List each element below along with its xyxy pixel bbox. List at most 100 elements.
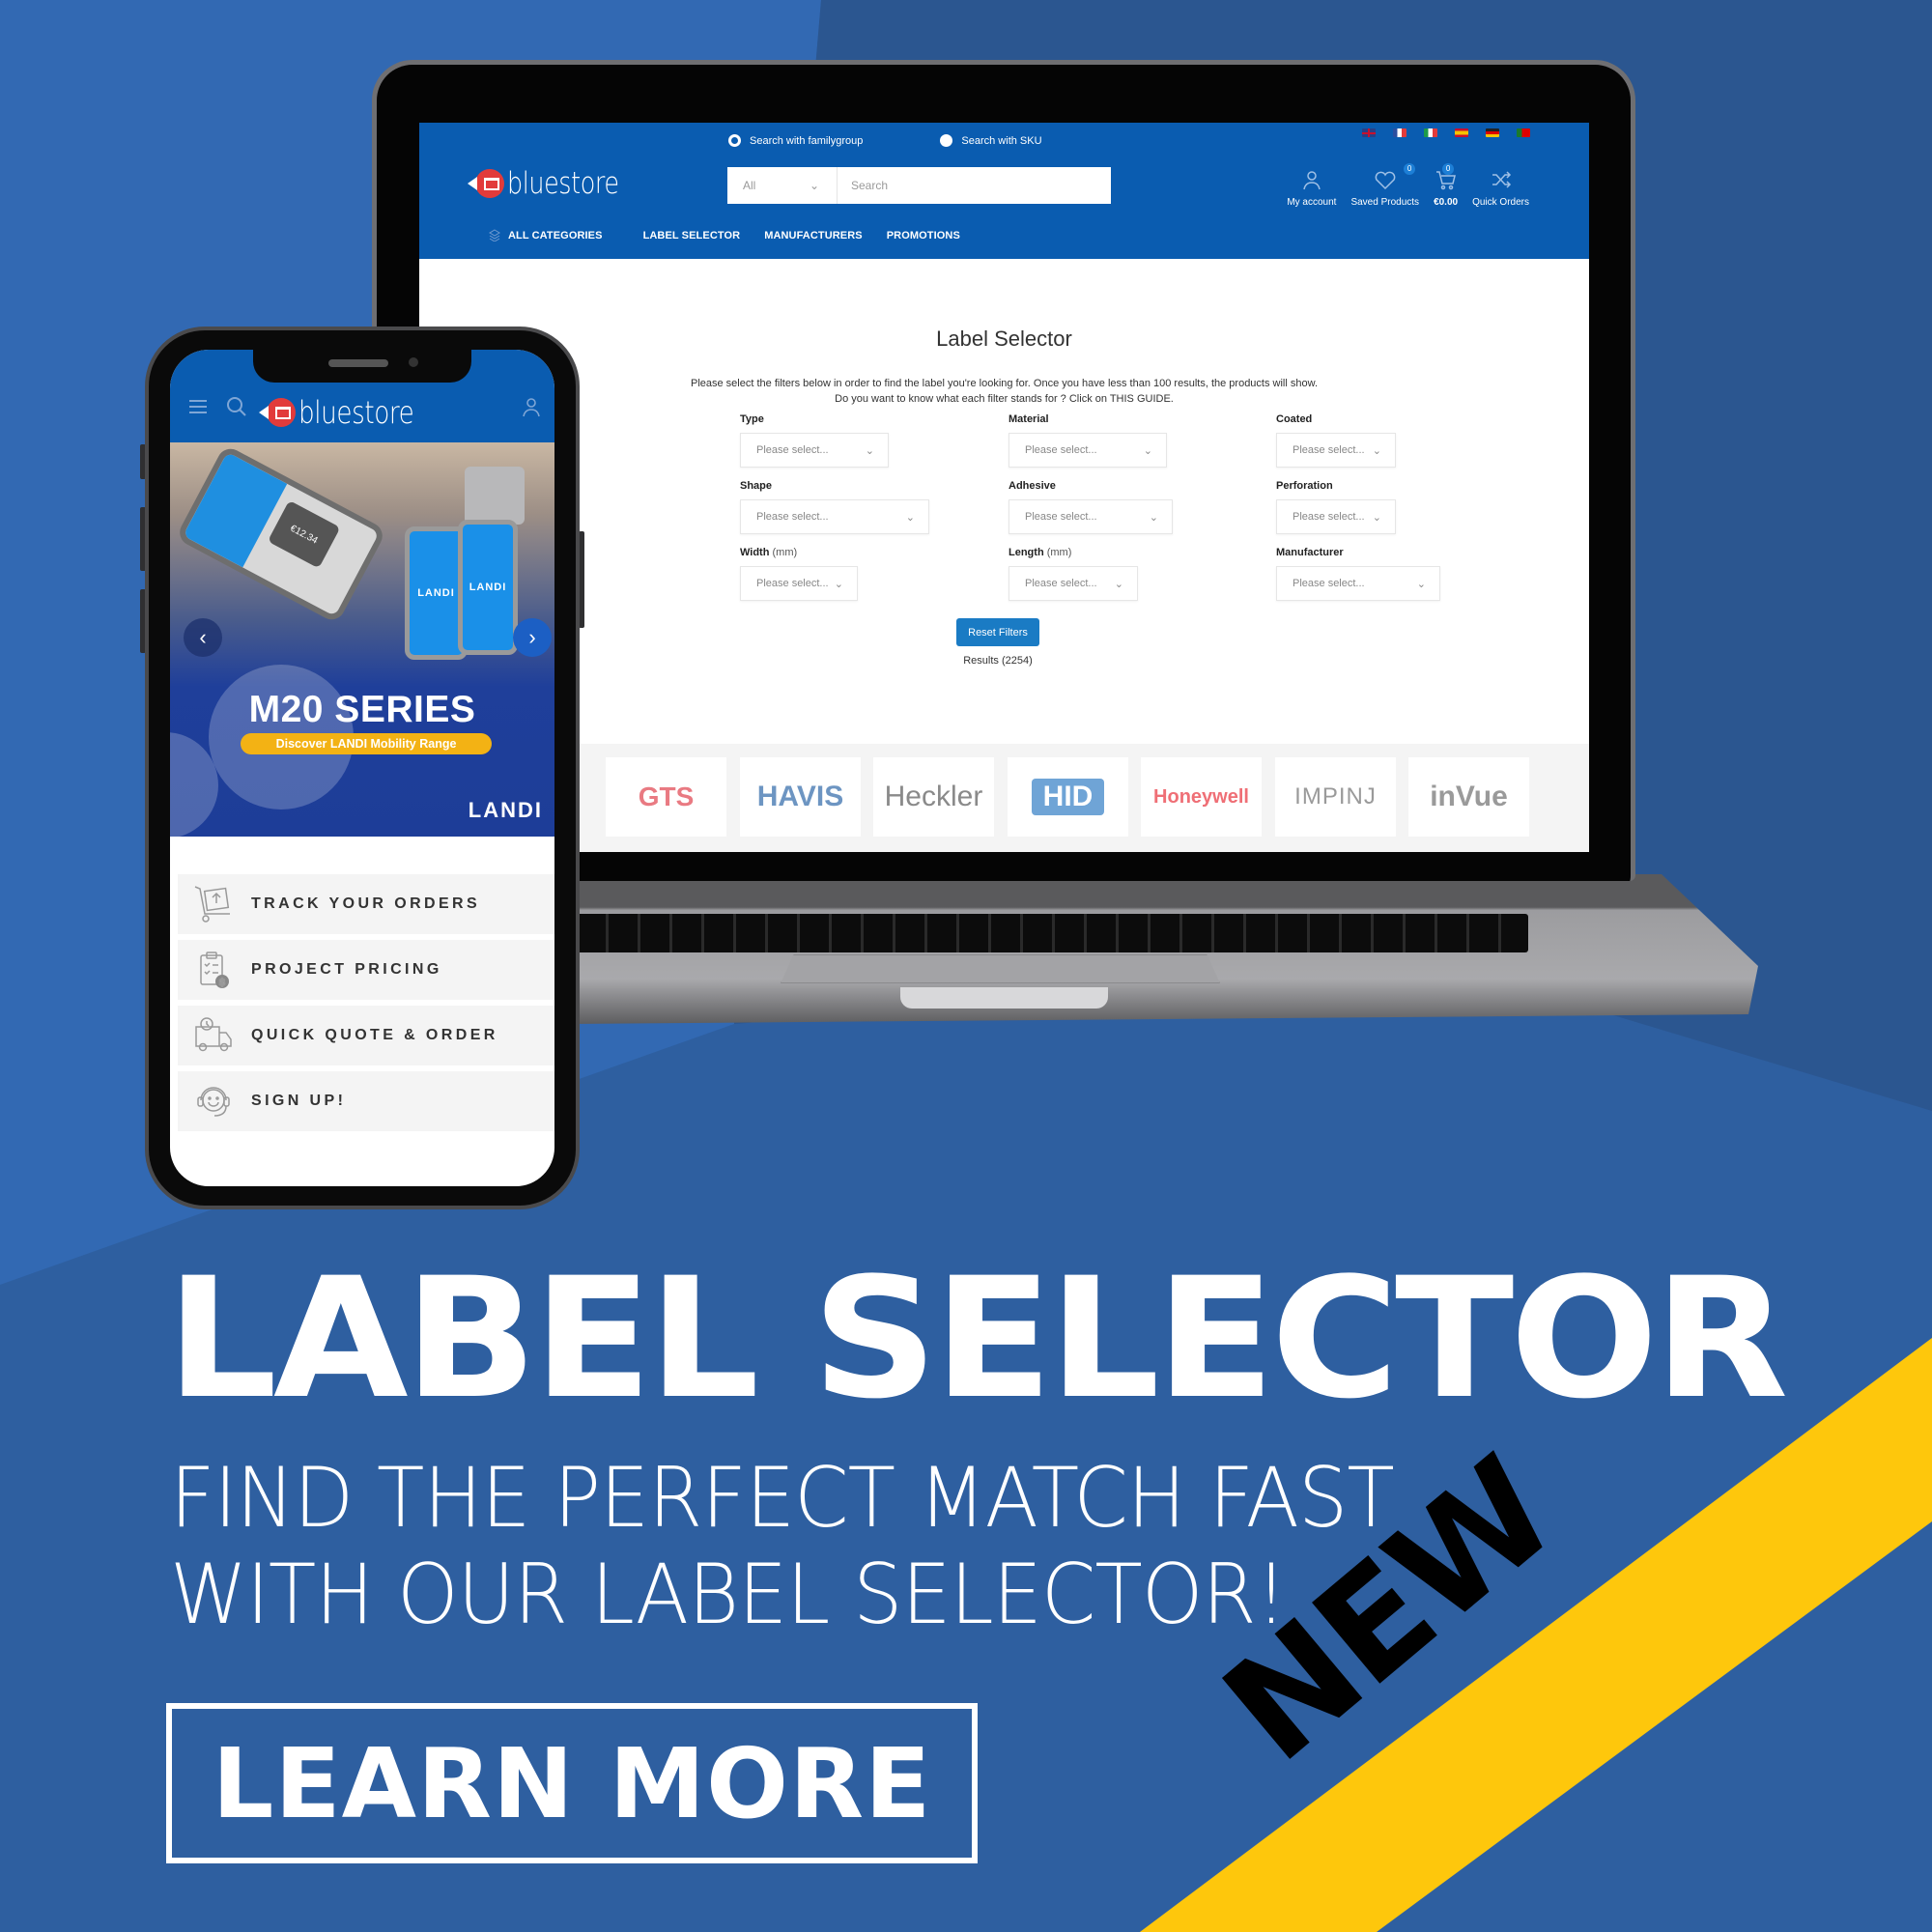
clipboard-dollar-icon: $ (200, 952, 229, 989)
mobile-logo[interactable]: bluestore (259, 394, 440, 431)
radio-search-familygroup[interactable]: Search with familygroup (728, 134, 863, 147)
filter-label-text: Shape (740, 480, 773, 492)
brand-logo-heckler[interactable]: Heckler (873, 757, 994, 837)
germany-flag-icon[interactable] (1486, 128, 1499, 137)
payment-amount: €12.34 (267, 499, 341, 569)
brand-carousel: GTS HAVIS Heckler HID Honeywell IMPINJ i… (419, 744, 1589, 852)
radio-search-sku[interactable]: Search with SKU (940, 134, 1042, 147)
payment-handset-image: €12.34 (175, 443, 387, 625)
cart-button[interactable]: 0 €0.00 (1434, 163, 1458, 208)
menu-item-quick-quote[interactable]: QUICK QUOTE & ORDER (178, 1006, 554, 1065)
type-select[interactable]: Please select... ⌄ (740, 433, 889, 468)
promo-subheadline-line1: FIND THE PERFECT MATCH FAST (170, 1450, 1395, 1547)
site-logo[interactable]: bluestore (468, 166, 643, 201)
delivery-truck-icon (195, 1017, 232, 1052)
saved-products-button[interactable]: 0 Saved Products (1350, 163, 1419, 208)
perforation-select[interactable]: Please select... ⌄ (1276, 499, 1396, 534)
uk-flag-icon[interactable] (1362, 128, 1376, 137)
language-flags (1362, 128, 1530, 137)
shape-select[interactable]: Please select... ⌄ (740, 499, 929, 534)
select-placeholder: Please select... (1025, 578, 1097, 589)
coated-select[interactable]: Please select... ⌄ (1276, 433, 1396, 468)
description-line: Please select the filters below in order… (690, 378, 1319, 389)
radio-circle-icon (728, 134, 741, 147)
mobile-quick-links: TRACK YOUR ORDERS $ PROJECT PRICING QUIC… (178, 874, 554, 1137)
filter-label: Perforation (1276, 480, 1396, 492)
chevron-down-icon: ⌄ (1114, 578, 1123, 590)
adhesive-select[interactable]: Please select... ⌄ (1009, 499, 1173, 534)
nav-label-selector[interactable]: LABEL SELECTOR (643, 230, 741, 242)
site-header: Search with familygroup Search with SKU … (419, 123, 1589, 259)
promo-banner[interactable]: €12.34 LANDI LANDI ‹ › M20 SERIES Discov… (170, 442, 554, 837)
cart-upload-icon (194, 886, 230, 923)
page-description: Please select the filters below in order… (419, 376, 1589, 407)
cart-count-badge: 0 (1442, 163, 1455, 175)
brand-logo-gts[interactable]: GTS (606, 757, 726, 837)
chevron-down-icon: ⌄ (1149, 511, 1158, 524)
laptop-screen: Search with familygroup Search with SKU … (419, 123, 1589, 852)
banner-cta-pill[interactable]: Discover LANDI Mobility Range (241, 733, 492, 754)
brand-logo-havis[interactable]: HAVIS (740, 757, 861, 837)
brand-logo-impinj[interactable]: IMPINJ (1275, 757, 1396, 837)
learn-more-button[interactable]: LEARN MORE (166, 1703, 978, 1863)
manufacturer-select[interactable]: Please select... ⌄ (1276, 566, 1440, 601)
menu-item-track-orders[interactable]: TRACK YOUR ORDERS (178, 874, 554, 934)
length-select[interactable]: Please select... ⌄ (1009, 566, 1138, 601)
radio-label: Search with familygroup (750, 134, 864, 147)
my-account-button[interactable]: My account (1287, 169, 1336, 208)
new-ribbon (1140, 1338, 1932, 1932)
menu-item-label: QUICK QUOTE & ORDER (251, 1027, 498, 1043)
shuffle-icon (1492, 171, 1511, 188)
brand-logo-honeywell[interactable]: Honeywell (1141, 757, 1262, 837)
filter-label: Shape (740, 480, 929, 492)
laptop-open-notch (900, 987, 1108, 1009)
filter-type: Type Please select... ⌄ (740, 413, 889, 468)
bluestore-logo-icon (259, 398, 296, 427)
filter-adhesive: Adhesive Please select... ⌄ (1009, 480, 1173, 534)
france-flag-icon[interactable] (1393, 128, 1406, 137)
menu-item-label: PROJECT PRICING (251, 961, 442, 978)
menu-item-sign-up[interactable]: SIGN UP! (178, 1071, 554, 1131)
filter-label: Coated (1276, 413, 1396, 425)
search-input[interactable]: Search (838, 167, 888, 204)
hamburger-menu-icon[interactable] (187, 398, 209, 415)
portugal-flag-icon[interactable] (1517, 128, 1530, 137)
phone-screen: bluestore €12.34 LANDI LANDI ‹ › M20 SER… (170, 350, 554, 1186)
filter-label: Adhesive (1009, 480, 1173, 492)
nav-promotions[interactable]: PROMOTIONS (887, 230, 960, 242)
filter-label: Material (1009, 413, 1167, 425)
user-icon[interactable] (522, 396, 541, 417)
select-placeholder: Please select... (1025, 511, 1097, 523)
italy-flag-icon[interactable] (1424, 128, 1437, 137)
heart-icon (1375, 171, 1396, 190)
carousel-prev-button[interactable]: ‹ (184, 618, 222, 657)
spain-flag-icon[interactable] (1455, 128, 1468, 137)
handset-screen (183, 451, 288, 568)
chevron-down-icon: ⌄ (1372, 444, 1381, 457)
filter-label-text: Perforation (1276, 480, 1333, 492)
menu-item-project-pricing[interactable]: $ PROJECT PRICING (178, 940, 554, 1000)
select-placeholder: Please select... (756, 444, 829, 456)
brand-logo-hid[interactable]: HID (1008, 757, 1128, 837)
radio-circle-filled-icon (940, 134, 953, 147)
phone-camera (409, 357, 418, 367)
guide-link[interactable]: Do you want to know what each filter sta… (419, 391, 1589, 407)
width-select[interactable]: Please select... ⌄ (740, 566, 858, 601)
chevron-down-icon: ⌄ (1143, 444, 1152, 457)
nav-all-categories[interactable]: ALL CATEGORIES (489, 229, 603, 242)
quick-orders-button[interactable]: Quick Orders (1472, 169, 1529, 208)
filter-material: Material Please select... ⌄ (1009, 413, 1167, 468)
material-select[interactable]: Please select... ⌄ (1009, 433, 1167, 468)
radio-label: Search with SKU (961, 134, 1042, 147)
brand-logo-invue[interactable]: inVue (1408, 757, 1529, 837)
nav-manufacturers[interactable]: MANUFACTURERS (764, 230, 863, 242)
results-count: Results (2254) (963, 655, 1033, 667)
laptop-keyboard (577, 914, 1528, 952)
search-category-select[interactable]: All ⌄ (727, 167, 838, 204)
filter-label-text: Adhesive (1009, 480, 1056, 492)
search-icon[interactable] (226, 396, 247, 417)
reset-filters-button[interactable]: Reset Filters (956, 618, 1039, 646)
carousel-next-button[interactable]: › (513, 618, 552, 657)
chevron-down-icon: ⌄ (1416, 578, 1426, 590)
filter-coated: Coated Please select... ⌄ (1276, 413, 1396, 468)
